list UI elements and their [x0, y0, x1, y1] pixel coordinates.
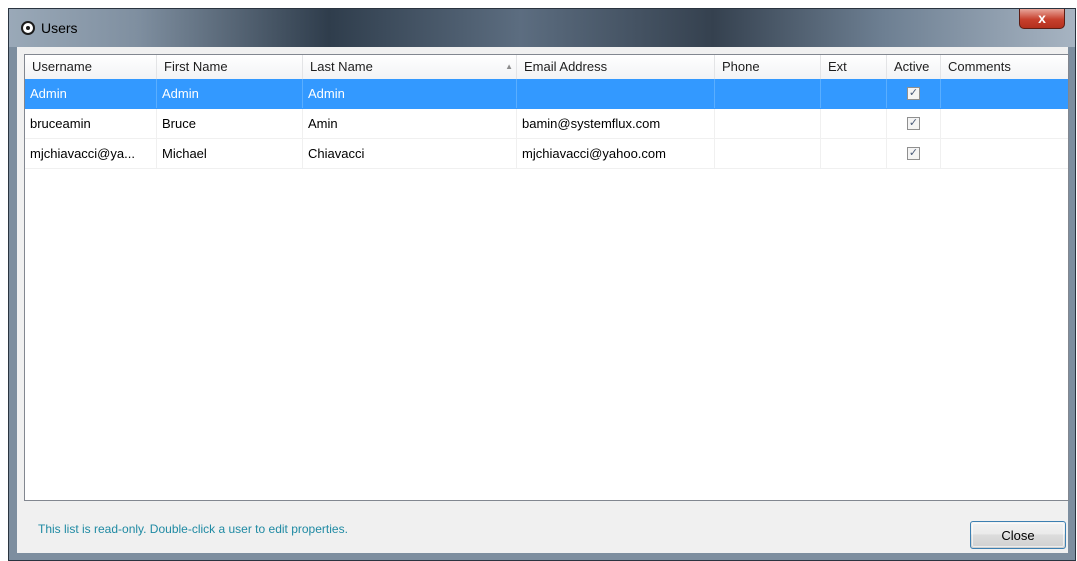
table-row[interactable]: Admin Admin Admin ✓: [25, 79, 1068, 109]
cell-last-name: Chiavacci: [303, 139, 517, 168]
users-window: Users x Username First Name Last Name ▲ …: [8, 8, 1076, 561]
cell-username: mjchiavacci@ya...: [25, 139, 157, 168]
window-title: Users: [41, 20, 78, 36]
app-icon: [21, 21, 35, 35]
cell-comments: [941, 109, 1068, 138]
cell-username: bruceamin: [25, 109, 157, 138]
dialog-client-area: Username First Name Last Name ▲ Email Ad…: [17, 47, 1069, 553]
cell-email: bamin@systemflux.com: [517, 109, 715, 138]
cell-first-name: Bruce: [157, 109, 303, 138]
cell-comments: [941, 79, 1068, 108]
cell-username: Admin: [25, 79, 157, 108]
cell-ext: [821, 139, 887, 168]
cell-comments: [941, 139, 1068, 168]
active-checkbox[interactable]: ✓: [907, 117, 920, 130]
status-hint-text: This list is read-only. Double-click a u…: [38, 522, 348, 536]
cell-active: ✓: [887, 109, 941, 138]
cell-email: [517, 79, 715, 108]
close-button[interactable]: Close: [970, 521, 1066, 549]
cell-active: ✓: [887, 139, 941, 168]
cell-ext: [821, 79, 887, 108]
cell-first-name: Admin: [157, 79, 303, 108]
column-header-last-name-label: Last Name: [310, 59, 373, 74]
close-button-label: Close: [1001, 527, 1035, 543]
table-row[interactable]: bruceamin Bruce Amin bamin@systemflux.co…: [25, 109, 1068, 139]
column-header-active[interactable]: Active: [887, 55, 941, 79]
column-header-first-name[interactable]: First Name: [157, 55, 303, 79]
cell-email: mjchiavacci@yahoo.com: [517, 139, 715, 168]
cell-ext: [821, 109, 887, 138]
sort-ascending-icon: ▲: [505, 62, 513, 71]
users-list[interactable]: Username First Name Last Name ▲ Email Ad…: [24, 54, 1069, 501]
cell-last-name: Admin: [303, 79, 517, 108]
cell-last-name: Amin: [303, 109, 517, 138]
cell-phone: [715, 109, 821, 138]
title-bar[interactable]: Users x: [9, 9, 1075, 47]
column-header-phone[interactable]: Phone: [715, 55, 821, 79]
column-header-username[interactable]: Username: [25, 55, 157, 79]
active-checkbox[interactable]: ✓: [907, 147, 920, 160]
column-header-comments[interactable]: Comments: [941, 55, 1068, 79]
table-row[interactable]: mjchiavacci@ya... Michael Chiavacci mjch…: [25, 139, 1068, 169]
list-header: Username First Name Last Name ▲ Email Ad…: [25, 55, 1068, 80]
column-header-email[interactable]: Email Address: [517, 55, 715, 79]
cell-active: ✓: [887, 79, 941, 108]
active-checkbox[interactable]: ✓: [907, 87, 920, 100]
column-header-last-name[interactable]: Last Name ▲: [303, 55, 517, 79]
cell-phone: [715, 79, 821, 108]
close-window-button[interactable]: x: [1019, 9, 1065, 29]
cell-first-name: Michael: [157, 139, 303, 168]
cell-phone: [715, 139, 821, 168]
column-header-ext[interactable]: Ext: [821, 55, 887, 79]
